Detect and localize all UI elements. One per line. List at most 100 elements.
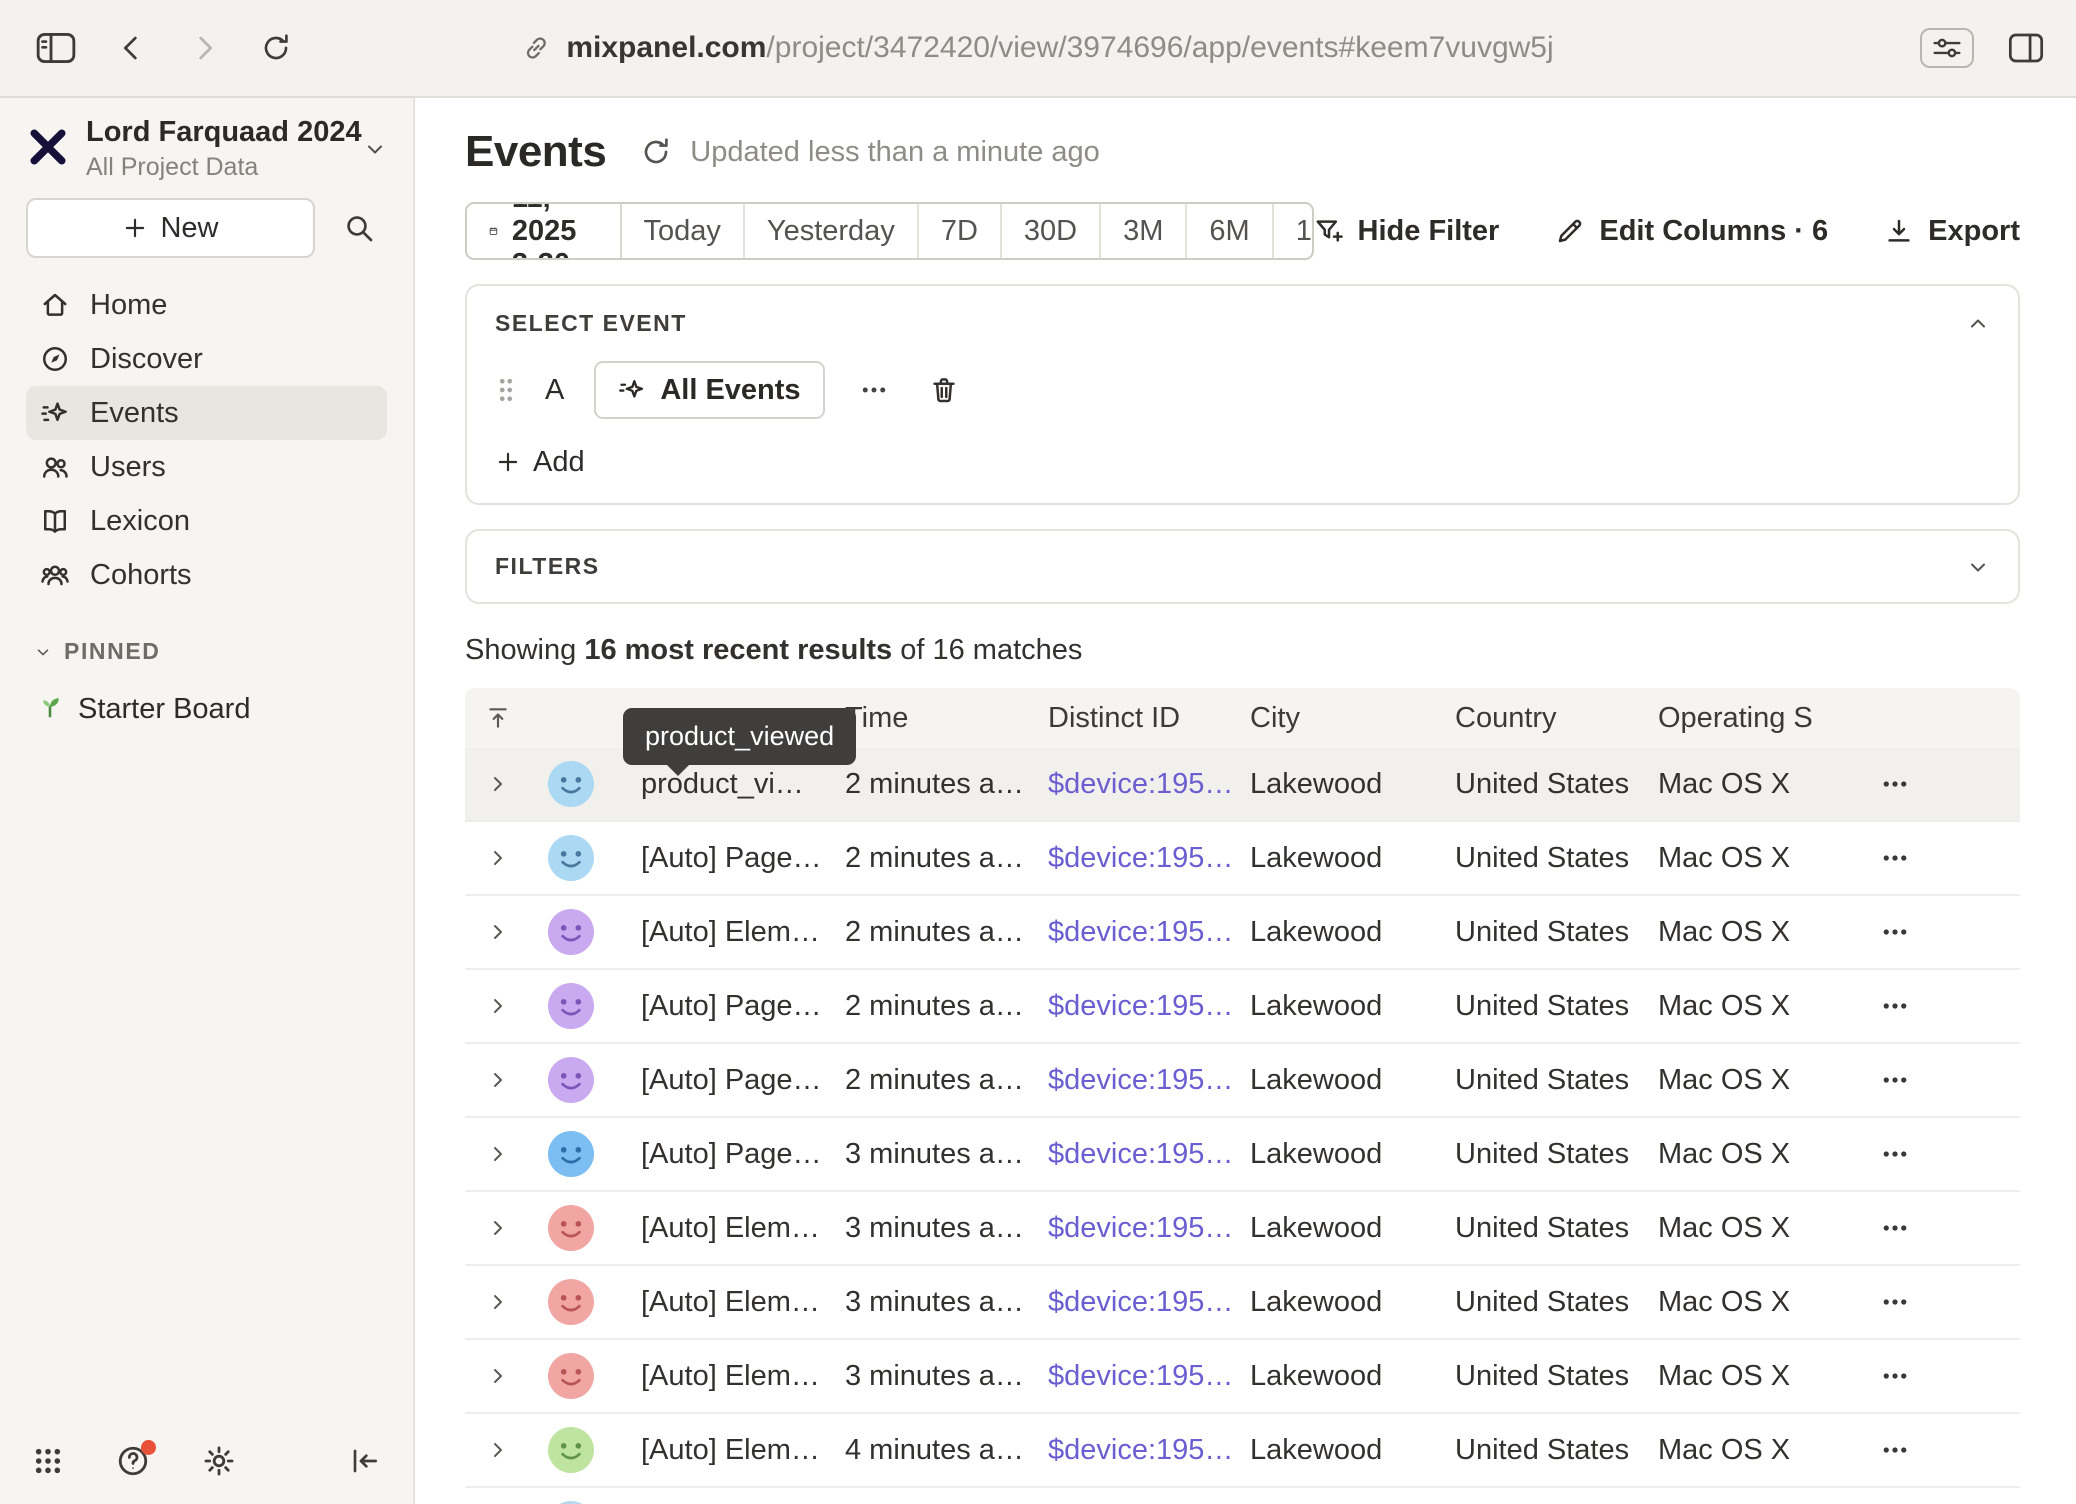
row-menu-button[interactable] (1860, 1435, 2020, 1465)
split-view-button[interactable] (2008, 33, 2044, 63)
row-menu-button[interactable] (1860, 843, 2020, 873)
sidebar-item-cohorts[interactable]: Cohorts (26, 548, 387, 602)
page-settings-button[interactable] (1920, 28, 1974, 68)
expand-row-button[interactable] (465, 846, 531, 870)
table-row[interactable]: [Auto] Elem… 3 minutes a… $device:195… L… (465, 1266, 2020, 1340)
collapse-all-rows-button[interactable] (465, 705, 531, 731)
column-header-time[interactable]: Time (845, 702, 1048, 735)
chevron-up-icon[interactable] (1966, 312, 1990, 336)
distinct-id-link[interactable]: $device:195… (1048, 1434, 1233, 1466)
range-today[interactable]: Today (622, 204, 745, 258)
row-menu-button[interactable] (1860, 1361, 2020, 1391)
distinct-id-link[interactable]: $device:195… (1048, 1138, 1233, 1170)
distinct-id-link[interactable]: $device:195… (1048, 1212, 1233, 1244)
time-cell: 3 minutes a… (845, 1360, 1048, 1393)
date-picker-button[interactable]: Mar 11, 2025 3:30 pm (467, 204, 622, 258)
delete-event-button[interactable] (929, 375, 959, 405)
expand-row-button[interactable] (465, 772, 531, 796)
help-button[interactable] (116, 1444, 150, 1478)
filters-header[interactable]: FILTERS (495, 553, 1990, 580)
project-switcher[interactable]: Lord Farquaad 2024 All Project Data (26, 116, 387, 182)
distinct-id-link[interactable]: $device:195… (1048, 916, 1233, 948)
row-menu-button[interactable] (1860, 1213, 2020, 1243)
row-menu-button[interactable] (1860, 1139, 2020, 1169)
row-menu-button[interactable] (1860, 991, 2020, 1021)
pinned-section-toggle[interactable]: PINNED (26, 638, 387, 665)
browser-sidebar-toggle-button[interactable] (36, 32, 76, 64)
edit-columns-button[interactable]: Edit Columns · 6 (1555, 215, 1828, 248)
forward-button[interactable] (188, 32, 220, 64)
sidebar-item-lexicon[interactable]: Lexicon (26, 494, 387, 548)
distinct-id-link[interactable]: $device:195… (1048, 768, 1233, 800)
settings-button[interactable] (202, 1444, 236, 1478)
event-cell: [Auto] Elem… (611, 916, 845, 949)
sidebar-item-events[interactable]: Events (26, 386, 387, 440)
table-row[interactable]: [Auto] Page… 2 minutes a… $device:195… L… (465, 822, 2020, 896)
distinct-id-link[interactable]: $device:195… (1048, 990, 1233, 1022)
distinct-id-link[interactable]: $device:195… (1048, 842, 1233, 874)
expand-row-button[interactable] (465, 994, 531, 1018)
expand-row-button[interactable] (465, 1438, 531, 1462)
table-row[interactable]: [Auto] Page… 2 minutes a… $device:195… L… (465, 970, 2020, 1044)
expand-row-button[interactable] (465, 1216, 531, 1240)
range-yesterday[interactable]: Yesterday (745, 204, 919, 258)
os-cell: Mac OS X (1658, 1138, 1860, 1171)
add-event-button[interactable]: Add (495, 445, 1990, 479)
table-row[interactable]: [Auto] Elem… 4 minutes a… $device:195… L… (465, 1414, 2020, 1488)
hide-filter-button[interactable]: Hide Filter (1314, 215, 1500, 248)
refresh-button[interactable] (640, 136, 672, 168)
expand-row-button[interactable] (465, 920, 531, 944)
table-row[interactable]: [Auto] Elem… 2 minutes a… $device:195… L… (465, 896, 2020, 970)
column-header-country[interactable]: Country (1455, 702, 1658, 735)
event-more-button[interactable] (859, 375, 889, 405)
reload-button[interactable] (260, 32, 292, 64)
table-row[interactable]: [Auto] Elem… 3 minutes a… $device:195… L… (465, 1340, 2020, 1414)
table-row[interactable] (465, 1488, 2020, 1504)
range-30d[interactable]: 30D (1002, 204, 1101, 258)
sidebar-item-home[interactable]: Home (26, 278, 387, 332)
column-header-distinct-id[interactable]: Distinct ID (1048, 702, 1250, 735)
url-bar[interactable]: mixpanel.com/project/3472420/view/397469… (522, 31, 1553, 65)
row-menu-button[interactable] (1860, 1287, 2020, 1317)
back-button[interactable] (116, 32, 148, 64)
collapse-sidebar-button[interactable] (349, 1445, 381, 1477)
export-button[interactable]: Export (1884, 215, 2020, 248)
search-button[interactable] (331, 212, 387, 244)
column-header-city[interactable]: City (1250, 702, 1455, 735)
range-7d[interactable]: 7D (919, 204, 1002, 258)
country-cell: United States (1455, 1286, 1658, 1319)
expand-row-button[interactable] (465, 1068, 531, 1092)
row-menu-button[interactable] (1860, 917, 2020, 947)
select-event-header[interactable]: SELECT EVENT (495, 310, 1990, 337)
apps-grid-button[interactable] (32, 1445, 64, 1477)
range-12m[interactable]: 12M (1274, 204, 1314, 258)
table-row[interactable]: [Auto] Page… 2 minutes a… $device:195… L… (465, 1044, 2020, 1118)
sidebar-item-discover[interactable]: Discover (26, 332, 387, 386)
chevron-right-icon (486, 1438, 510, 1462)
distinct-id-link[interactable]: $device:195… (1048, 1360, 1233, 1392)
expand-row-button[interactable] (465, 1142, 531, 1166)
country-cell: United States (1455, 1434, 1658, 1467)
expand-row-button[interactable] (465, 1364, 531, 1388)
range-6m[interactable]: 6M (1187, 204, 1273, 258)
distinct-id-link[interactable]: $device:195… (1048, 1064, 1233, 1096)
table-body: product_vi… 2 minutes a… $device:195… La… (465, 748, 2020, 1504)
table-row[interactable]: [Auto] Elem… 3 minutes a… $device:195… L… (465, 1192, 2020, 1266)
distinct-id-link[interactable]: $device:195… (1048, 1286, 1233, 1318)
new-button[interactable]: New (26, 198, 315, 258)
event-selector-button[interactable]: All Events (594, 361, 824, 419)
range-3m[interactable]: 3M (1101, 204, 1187, 258)
chevron-down-icon (363, 137, 387, 161)
expand-row-button[interactable] (465, 1290, 531, 1314)
row-menu-button[interactable] (1860, 769, 2020, 799)
sidebar-item-starter-board[interactable]: Starter Board (26, 691, 387, 727)
drag-handle[interactable] (495, 375, 517, 405)
chevron-right-icon (486, 920, 510, 944)
ellipsis-icon (859, 375, 889, 405)
table-row[interactable]: [Auto] Page… 3 minutes a… $device:195… L… (465, 1118, 2020, 1192)
download-icon (1884, 216, 1914, 246)
column-header-os[interactable]: Operating S (1658, 702, 1860, 735)
sidebar-item-users[interactable]: Users (26, 440, 387, 494)
chevron-down-icon[interactable] (1966, 555, 1990, 579)
row-menu-button[interactable] (1860, 1065, 2020, 1095)
